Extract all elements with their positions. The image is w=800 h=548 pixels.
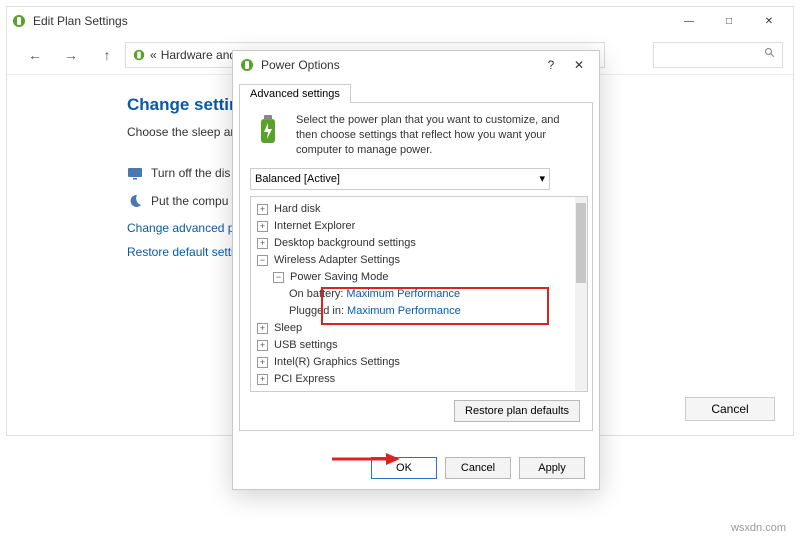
cancel-button[interactable]: Cancel (685, 397, 775, 421)
search-box[interactable] (653, 42, 783, 68)
intro-text: Select the power plan that you want to c… (296, 113, 582, 158)
tree-label: Desktop background settings (274, 237, 416, 249)
minimize-button[interactable]: ― (669, 9, 709, 33)
tabstrip: Advanced settings (233, 79, 599, 102)
tree-node[interactable]: −Wireless Adapter Settings (257, 252, 569, 269)
tab-advanced-settings[interactable]: Advanced settings (239, 84, 351, 103)
setting-label: Turn off the dis (151, 166, 230, 180)
up-button[interactable]: ↑ (95, 43, 119, 67)
dialog-title: Power Options (261, 58, 340, 72)
tree-label: Power Saving Mode (290, 271, 388, 283)
settings-tree: + Hard disk + Internet Explorer + Desktop bac… (250, 196, 588, 392)
expand-icon[interactable]: + (257, 238, 268, 249)
expand-icon[interactable]: + (257, 323, 268, 334)
scrollbar[interactable] (575, 197, 587, 391)
ok-button[interactable]: OK (371, 457, 437, 479)
plan-selected-value: Balanced [Active] (255, 173, 340, 185)
collapse-icon[interactable]: − (273, 272, 284, 283)
close-button[interactable]: ✕ (565, 54, 593, 76)
parent-titlebar: Edit Plan Settings ― □ ✕ (7, 7, 793, 35)
tree-label: USB settings (274, 339, 338, 351)
cancel-button[interactable]: Cancel (445, 457, 511, 479)
maximize-button[interactable]: □ (709, 9, 749, 33)
power-plan-select[interactable]: Balanced [Active] ▾ (250, 168, 550, 190)
apply-button[interactable]: Apply (519, 457, 585, 479)
chevron-down-icon: ▾ (539, 172, 545, 185)
power-icon (239, 57, 255, 73)
breadcrumb-leading: « (150, 48, 157, 62)
tree-value[interactable]: Maximum Performance (347, 305, 461, 317)
tree-node[interactable]: −Power Saving Mode (273, 269, 569, 286)
tree-leaf[interactable]: Plugged in: Maximum Performance (289, 303, 569, 320)
collapse-icon[interactable]: − (257, 255, 268, 266)
tree-node[interactable]: + Intel(R) Graphics Settings (257, 354, 569, 371)
tree-label: Plugged in: (289, 305, 344, 317)
tree-node[interactable]: + USB settings (257, 337, 569, 354)
help-button[interactable]: ? (537, 54, 565, 76)
tree-node[interactable]: + Sleep (257, 320, 569, 337)
tree-label: Internet Explorer (274, 220, 355, 232)
tree-label: Sleep (274, 322, 302, 334)
tab-panel: Select the power plan that you want to c… (239, 102, 593, 431)
forward-button[interactable]: → (59, 43, 83, 67)
tree-label: PCI Express (274, 373, 335, 385)
power-plan-icon (250, 113, 286, 149)
expand-icon[interactable]: + (257, 221, 268, 232)
tree-label: Intel(R) Graphics Settings (274, 356, 400, 368)
intro: Select the power plan that you want to c… (250, 113, 582, 158)
back-button[interactable]: ← (23, 43, 47, 67)
dialog-buttons: OK Cancel Apply (371, 457, 585, 479)
tree-node[interactable]: + Internet Explorer (257, 218, 569, 235)
power-options-dialog: Power Options ? ✕ Advanced settings Sele… (232, 50, 600, 490)
expand-icon[interactable]: + (257, 204, 268, 215)
expand-icon[interactable]: + (257, 340, 268, 351)
watermark: wsxdn.com (731, 522, 786, 534)
display-icon (127, 165, 143, 181)
parent-buttons: Cancel (685, 397, 775, 421)
parent-title: Edit Plan Settings (33, 14, 128, 28)
tree-value[interactable]: Maximum Performance (346, 288, 460, 300)
dialog-titlebar: Power Options ? ✕ (233, 51, 599, 79)
tree-node[interactable]: + PCI Express (257, 371, 569, 388)
tree-label: Wireless Adapter Settings (274, 254, 400, 266)
expand-icon[interactable]: + (257, 357, 268, 368)
search-icon (764, 46, 776, 64)
power-icon (11, 13, 27, 29)
tree-node[interactable]: + Hard disk (257, 201, 569, 218)
tree-label: On battery: (289, 288, 343, 300)
sleep-icon (127, 193, 143, 209)
scrollbar-thumb[interactable] (576, 203, 586, 283)
power-icon (132, 48, 146, 62)
close-button[interactable]: ✕ (749, 9, 789, 33)
restore-plan-defaults-button[interactable]: Restore plan defaults (454, 400, 580, 422)
tree-node[interactable]: + Desktop background settings (257, 235, 569, 252)
tree-label: Hard disk (274, 203, 320, 215)
setting-label: Put the compu (151, 194, 228, 208)
expand-icon[interactable]: + (257, 374, 268, 385)
tree-leaf[interactable]: On battery: Maximum Performance (289, 286, 569, 303)
